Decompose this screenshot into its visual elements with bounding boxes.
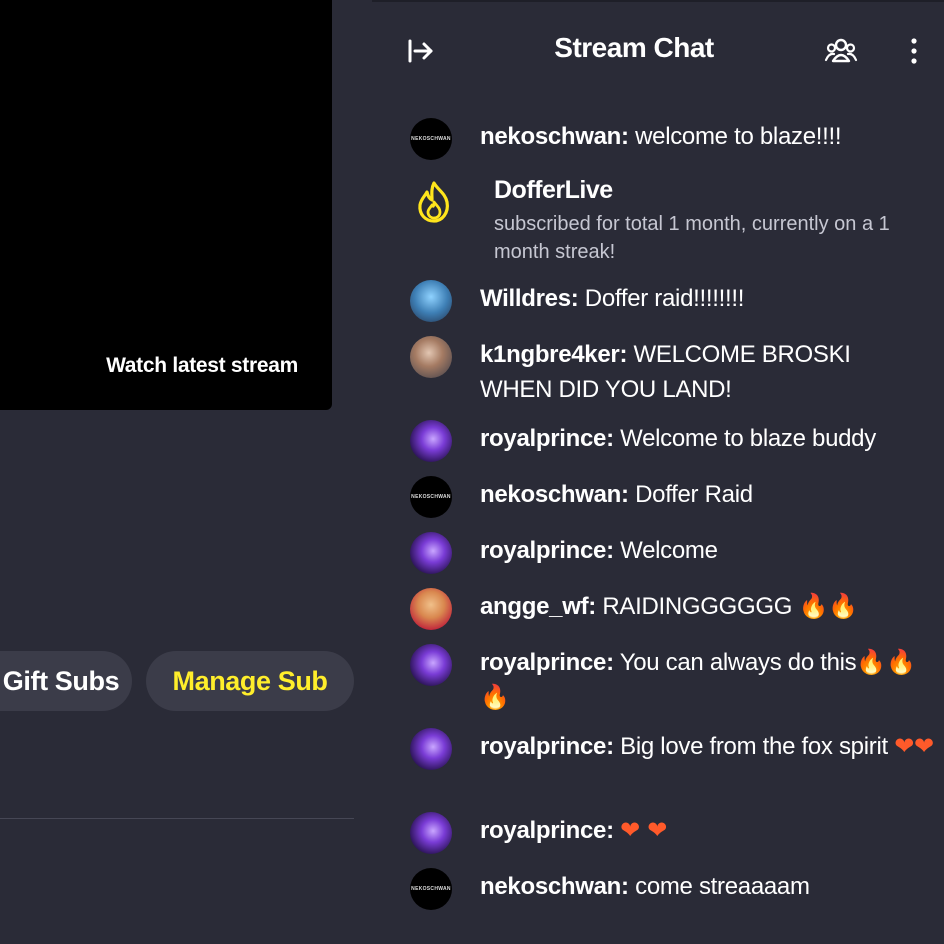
avatar-label: NEKOSCHWAN: [411, 886, 451, 892]
message-text: royalprince: Big love from the fox spiri…: [480, 729, 936, 764]
avatar-label: NEKOSCHWAN: [411, 494, 451, 500]
message-body: You can always do this: [613, 649, 857, 676]
username[interactable]: k1ngbre4ker:: [480, 341, 627, 368]
fire-emoji: 🔥🔥: [798, 592, 858, 620]
avatar[interactable]: NEKOSCHWAN: [410, 476, 452, 518]
message-body: Doffer raid!!!!!!!!: [578, 285, 745, 312]
message-text: nekoschwan: come streaaaam: [480, 869, 936, 904]
avatar[interactable]: [410, 532, 452, 574]
avatar[interactable]: [410, 336, 452, 378]
chat-title: Stream Chat: [554, 32, 714, 63]
avatar[interactable]: [410, 812, 452, 854]
username[interactable]: royalprince:: [480, 733, 614, 760]
subscriber-name[interactable]: DofferLive: [494, 176, 613, 205]
message-body: Big love from the fox spirit: [613, 733, 895, 760]
divider: [0, 818, 354, 819]
username[interactable]: royalprince:: [480, 649, 614, 676]
message-body: Welcome: [613, 537, 718, 564]
message-text: nekoschwan: welcome to blaze!!!!: [480, 119, 936, 154]
username[interactable]: Willdres:: [480, 285, 579, 312]
manage-sub-button[interactable]: Manage Sub: [146, 651, 354, 711]
username[interactable]: royalprince:: [480, 817, 614, 844]
flame-icon: [414, 180, 454, 224]
username[interactable]: royalprince:: [480, 425, 614, 452]
avatar[interactable]: [410, 588, 452, 630]
message-text: angge_wf: RAIDINGGGGGG 🔥🔥: [480, 589, 936, 624]
message-text: royalprince: Welcome to blaze buddy: [480, 421, 936, 456]
more-options-icon[interactable]: [902, 34, 926, 68]
avatar[interactable]: [410, 280, 452, 322]
subscription-text: subscribed for total 1 month, currently …: [494, 213, 890, 263]
chat-header: Stream Chat: [372, 2, 944, 98]
avatar[interactable]: NEKOSCHWAN: [410, 868, 452, 910]
message-body: Doffer Raid: [628, 481, 753, 508]
message-text: nekoschwan: Doffer Raid: [480, 477, 936, 512]
message-text: k1ngbre4ker: WELCOME BROSKI WHEN DID YOU…: [480, 337, 880, 407]
username[interactable]: nekoschwan:: [480, 873, 629, 900]
message-text: royalprince: ❤ ❤: [480, 813, 936, 848]
message-text: royalprince: You can always do this🔥🔥🔥: [480, 645, 920, 715]
avatar[interactable]: [410, 644, 452, 686]
page: Watch latest stream Gift Subs Manage Sub…: [0, 0, 944, 944]
message-body: welcome to blaze!!!!: [628, 123, 842, 150]
chat-users-icon[interactable]: [824, 34, 858, 68]
message-body: RAIDINGGGGGG: [595, 593, 799, 620]
username[interactable]: nekoschwan:: [480, 481, 629, 508]
username[interactable]: angge_wf:: [480, 593, 596, 620]
heart-emoji: ❤❤: [894, 732, 934, 760]
chat-panel: Stream Chat NEKOSCHWAN nekoschwan: welco…: [372, 0, 944, 944]
message-body: Welcome to blaze buddy: [613, 425, 876, 452]
username[interactable]: nekoschwan:: [480, 123, 629, 150]
avatar[interactable]: NEKOSCHWAN: [410, 118, 452, 160]
message-text: Willdres: Doffer raid!!!!!!!!: [480, 281, 936, 316]
avatar-label: NEKOSCHWAN: [411, 136, 451, 142]
watch-latest-stream-label[interactable]: Watch latest stream: [94, 350, 310, 382]
message-text: royalprince: Welcome: [480, 533, 936, 568]
message-body: come streaaaam: [628, 873, 810, 900]
heart-emoji: ❤ ❤: [620, 816, 668, 844]
video-player[interactable]: Watch latest stream: [0, 0, 332, 410]
avatar[interactable]: [410, 728, 452, 770]
avatar[interactable]: [410, 420, 452, 462]
gift-subs-button[interactable]: Gift Subs: [0, 651, 132, 711]
username[interactable]: royalprince:: [480, 537, 614, 564]
